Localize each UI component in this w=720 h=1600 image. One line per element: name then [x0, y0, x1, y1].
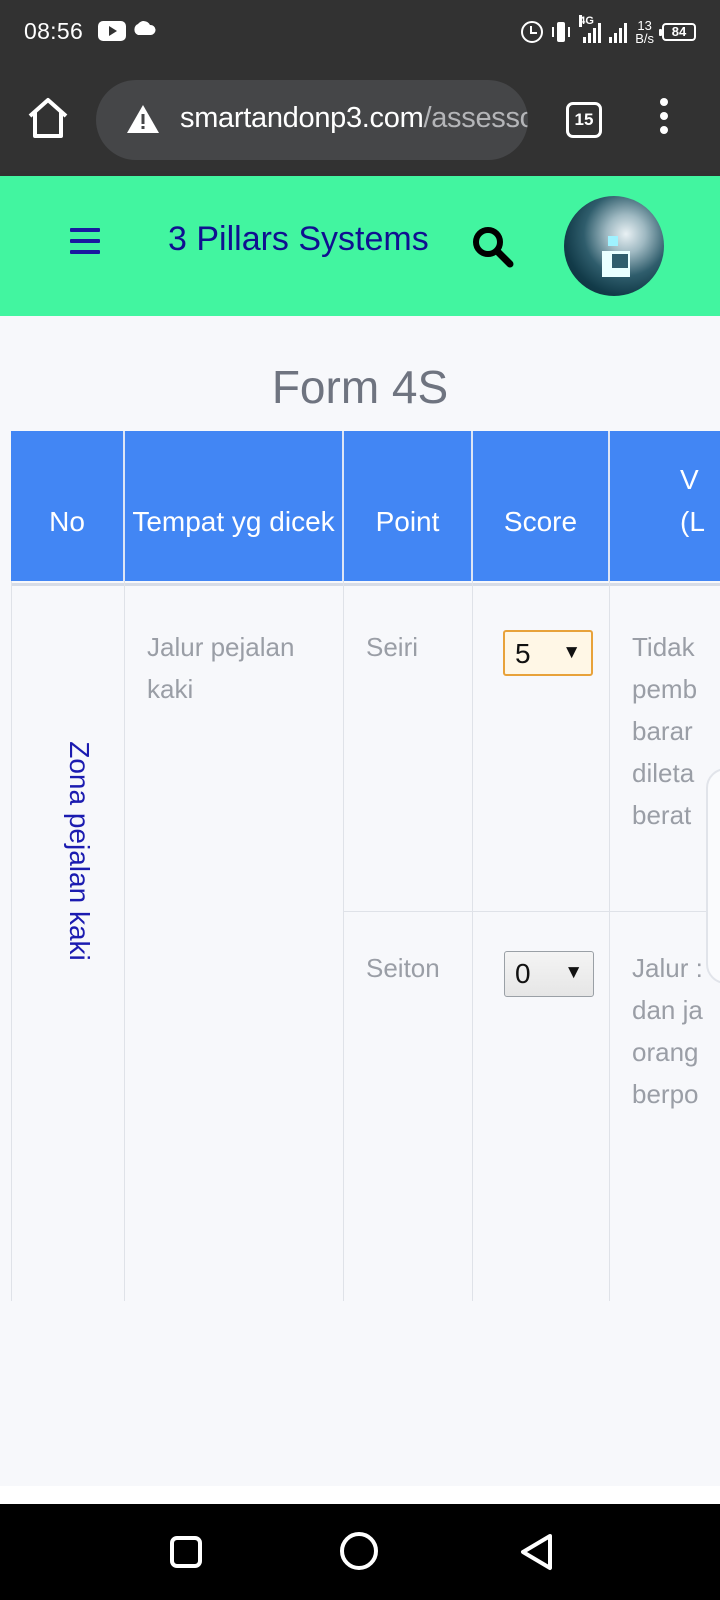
youtube-icon: [98, 21, 126, 41]
search-icon[interactable]: [470, 224, 516, 270]
page-title: Form 4S: [271, 361, 449, 413]
back-icon[interactable]: [518, 1532, 554, 1572]
column-header-v: V (L: [610, 431, 720, 581]
score-select[interactable]: 0 ▼: [504, 951, 594, 997]
main-content: Form 4S No Tempat yg dicek Point Score V…: [0, 316, 720, 1504]
header-divider: [11, 583, 720, 586]
network-speed: 13 B/s: [635, 19, 654, 45]
assessment-table: No Tempat yg dicek Point Score V (L Zona…: [11, 431, 720, 1301]
column-header-tempat-label: Tempat yg dicek: [132, 506, 335, 537]
score-value: 5: [515, 638, 531, 669]
more-vert-icon[interactable]: [656, 98, 672, 142]
url-host: smartandonp3.com: [180, 102, 424, 134]
dropdown-arrow-icon: ▼: [562, 642, 581, 663]
brand-title[interactable]: 3 Pillars Systems: [168, 220, 429, 259]
place-label: Jalur pejalan kaki: [147, 632, 295, 704]
avatar[interactable]: [564, 196, 664, 296]
point-label: Seiton: [366, 953, 440, 983]
point-label: Seiri: [366, 632, 419, 662]
speed-unit: B/s: [635, 31, 654, 46]
grid-line: [11, 581, 12, 1301]
tab-switcher-button[interactable]: 15: [566, 102, 602, 138]
grid-line: [124, 581, 125, 1301]
app-header: 3 Pillars Systems: [0, 176, 720, 316]
scroll-indicator[interactable]: [706, 768, 720, 984]
column-header-no: No: [11, 431, 125, 581]
score-value: 0: [515, 958, 531, 989]
url-text[interactable]: smartandonp3.com/assesso: [180, 102, 528, 135]
url-path: /assesso: [423, 102, 528, 134]
column-header-point: Point: [344, 431, 473, 581]
menu-icon[interactable]: [70, 228, 100, 258]
battery-icon: 84: [659, 23, 696, 41]
grid-line: [343, 581, 344, 1301]
browser-toolbar: smartandonp3.com/assesso 15: [0, 64, 720, 176]
network-type: 4G: [579, 15, 594, 27]
warning-icon[interactable]: [126, 104, 160, 134]
row-divider: [343, 911, 720, 912]
alarm-icon: [521, 21, 544, 43]
url-bar[interactable]: smartandonp3.com/assesso: [96, 80, 528, 160]
status-bar: 08:56 4G 13 B/s 84: [0, 0, 720, 64]
home-icon[interactable]: [24, 94, 72, 142]
home-circle-icon[interactable]: [340, 1532, 378, 1570]
column-header-score: Score: [473, 431, 610, 581]
grid-line: [609, 581, 610, 1301]
score-select[interactable]: 5 ▼: [503, 630, 593, 676]
navigation-bar: [0, 1504, 720, 1600]
column-header-tempat: Tempat yg dicek: [125, 431, 344, 581]
recent-apps-icon[interactable]: [170, 1536, 202, 1568]
grid-line: [472, 581, 473, 1301]
vibrate-icon: [551, 21, 571, 43]
status-time: 08:56: [24, 18, 84, 44]
status-icons: 4G 13 B/s 84: [521, 14, 696, 50]
zone-label: Zona pejalan kaki: [64, 741, 95, 961]
signal-icon: 4G: [579, 15, 628, 43]
dropdown-arrow-icon: ▼: [564, 962, 583, 983]
bottom-strip: [0, 1486, 720, 1504]
cloud-icon: [134, 21, 156, 35]
